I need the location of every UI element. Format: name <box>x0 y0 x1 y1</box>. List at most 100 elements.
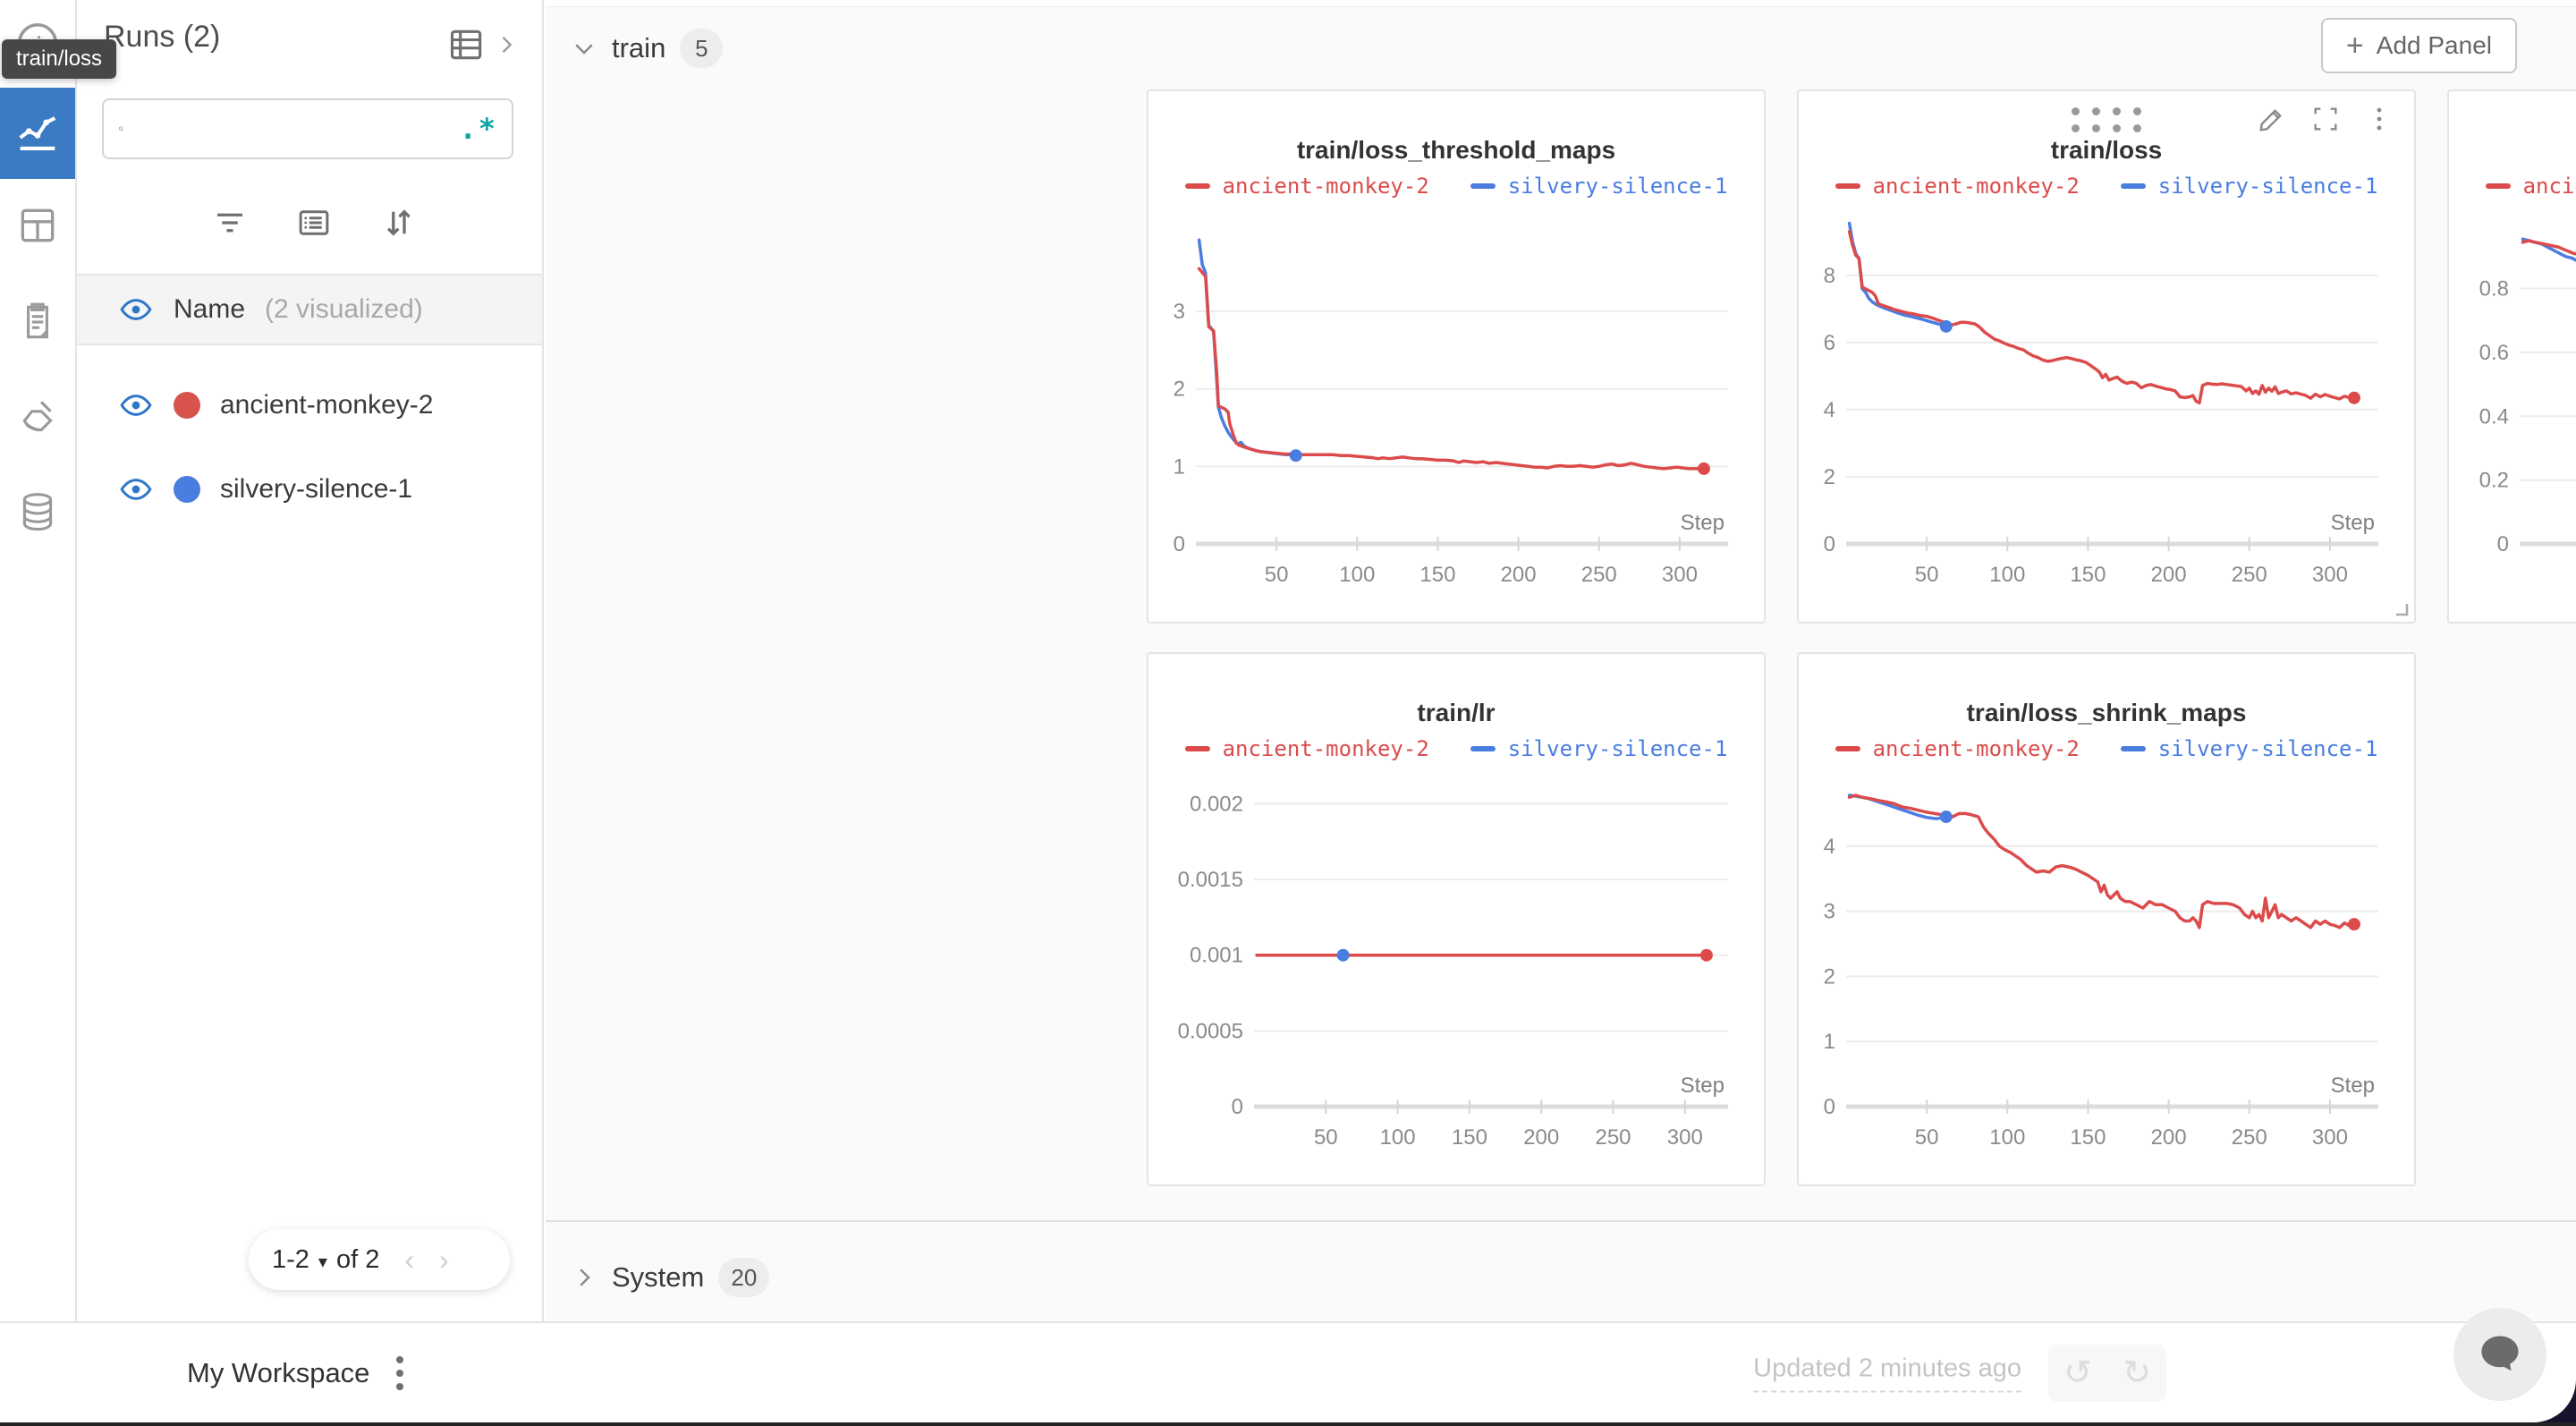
svg-text:50: 50 <box>1265 563 1289 587</box>
eye-icon[interactable] <box>118 292 154 327</box>
runs-table-icon[interactable] <box>447 25 487 64</box>
sidebar-item-logs[interactable] <box>0 292 75 352</box>
legend-item[interactable]: ancient-monkey-2 <box>1185 736 1429 761</box>
sidebar-item-table[interactable] <box>0 195 75 256</box>
chart-panel: train/loss ancient-monkey-2 silvery-silen… <box>1797 89 2416 624</box>
chart-plot[interactable]: 0123450100150200250300Step <box>1813 772 2403 1184</box>
section-label: train <box>612 32 665 64</box>
svg-text:150: 150 <box>2070 1125 2106 1150</box>
fullscreen-icon[interactable] <box>2310 104 2341 134</box>
svg-text:100: 100 <box>1989 1125 2025 1150</box>
group-list-icon[interactable] <box>295 204 333 242</box>
resize-handle-icon[interactable] <box>2389 597 2409 616</box>
page-range[interactable]: 1-2 <box>272 1245 309 1275</box>
eye-icon[interactable] <box>118 387 154 423</box>
svg-text:0.0005: 0.0005 <box>1178 1019 1243 1043</box>
kebab-menu-icon[interactable] <box>2364 104 2394 134</box>
bottom-edge-line <box>0 1422 2576 1426</box>
svg-text:250: 250 <box>2232 563 2267 587</box>
undo-button[interactable]: ↺ <box>2048 1345 2107 1402</box>
chat-button[interactable] <box>2453 1308 2546 1401</box>
chart-plot[interactable]: 012350100150200250300Step <box>1163 209 1753 621</box>
tooltip: train/loss <box>2 39 116 79</box>
chart-legend: ancient-monkey-2 silvery-silence-1 <box>1148 736 1764 761</box>
sort-icon[interactable] <box>379 204 417 242</box>
sidebar-item-sweeps[interactable] <box>0 386 75 447</box>
expand-right-icon[interactable] <box>494 32 519 57</box>
run-name[interactable]: silvery-silence-1 <box>220 474 412 505</box>
chart-legend: ancient-monkey-2 silvery-silence-1 <box>1799 736 2414 761</box>
run-row[interactable]: ancient-monkey-2 <box>77 365 542 446</box>
section-label: System <box>612 1261 704 1294</box>
svg-text:Step: Step <box>1681 511 1724 535</box>
chart-plot[interactable]: 0246850100150200250300Step <box>1813 209 2403 621</box>
next-page-button[interactable]: › <box>439 1244 449 1277</box>
svg-text:0: 0 <box>2497 532 2509 556</box>
svg-text:300: 300 <box>2312 1125 2348 1150</box>
chart-title: train/loss <box>1799 136 2414 165</box>
filter-icon[interactable] <box>211 204 249 242</box>
search-icon <box>118 113 123 145</box>
svg-text:200: 200 <box>1501 563 1537 587</box>
chart-plot[interactable]: 00.20.40.60.850100150200250300Step <box>2463 209 2576 621</box>
run-search-input[interactable] <box>136 115 459 143</box>
legend-item[interactable]: ancient-monkey-2 <box>1835 174 2080 199</box>
drag-handle-icon[interactable] <box>2072 107 2141 132</box>
runs-name-header: Name (2 visualized) <box>77 274 542 345</box>
svg-text:100: 100 <box>1989 563 2025 587</box>
regex-toggle-icon[interactable]: .* <box>459 112 497 146</box>
svg-text:200: 200 <box>2151 1125 2187 1150</box>
legend-item[interactable]: silvery-silence-1 <box>2121 736 2378 761</box>
svg-text:2: 2 <box>1824 465 1835 489</box>
svg-text:250: 250 <box>2232 1125 2267 1150</box>
chart-title: train/loss_shrink_maps <box>1799 699 2414 727</box>
redo-button[interactable]: ↻ <box>2107 1345 2166 1402</box>
clipboard-icon <box>15 300 60 344</box>
svg-text:300: 300 <box>2312 563 2348 587</box>
section-count-badge: 20 <box>718 1258 769 1297</box>
eye-icon[interactable] <box>118 471 154 507</box>
add-panel-button[interactable]: + Add Panel <box>2321 18 2517 73</box>
line-chart-icon <box>12 107 64 159</box>
run-row[interactable]: silvery-silence-1 <box>77 449 542 530</box>
svg-text:150: 150 <box>1452 1125 1487 1150</box>
page-total: of 2 <box>336 1245 379 1275</box>
workspace-menu-icon[interactable] <box>396 1356 403 1390</box>
run-color-dot <box>174 392 200 419</box>
svg-text:0.001: 0.001 <box>1190 944 1243 968</box>
left-icon-rail: i <box>0 0 77 1321</box>
svg-text:100: 100 <box>1339 563 1375 587</box>
legend-item[interactable]: silvery-silence-1 <box>1470 736 1728 761</box>
svg-text:300: 300 <box>1667 1125 1703 1150</box>
chart-plot[interactable]: 00.00050.0010.00150.00250100150200250300… <box>1163 772 1753 1184</box>
svg-text:150: 150 <box>1419 563 1455 587</box>
sidebar-item-artifacts[interactable] <box>0 481 75 542</box>
chart-panel: train/lr ancient-monkey-2 silvery-silence… <box>1147 652 1766 1186</box>
chart-title: train/lr <box>1148 699 1764 727</box>
run-search-box[interactable]: .* <box>102 98 513 159</box>
chart-legend: ancient-monkey-2 silvery-silence-1 <box>1148 174 1764 199</box>
main-area: train 5 + Add Panel <box>546 0 2576 1321</box>
sidebar-item-charts[interactable] <box>0 88 75 179</box>
legend-item[interactable]: ancient-monkey-2 <box>1185 174 1429 199</box>
workspace-title[interactable]: My Workspace <box>187 1357 369 1389</box>
edit-pencil-icon[interactable] <box>2257 104 2287 134</box>
section-count-badge: 5 <box>680 29 723 68</box>
svg-text:150: 150 <box>2070 563 2106 587</box>
legend-item[interactable]: silvery-silence-1 <box>1470 174 1728 199</box>
chevron-down-icon[interactable]: ▾ <box>318 1251 327 1273</box>
table-icon <box>15 203 60 248</box>
prev-page-button[interactable]: ‹ <box>404 1244 414 1277</box>
chat-bubble-icon <box>2474 1328 2526 1380</box>
plus-icon: + <box>2346 29 2364 64</box>
bottom-bar: My Workspace Updated 2 minutes ago ↺ ↻ <box>0 1321 2576 1426</box>
broom-icon <box>15 395 60 439</box>
section-header-system[interactable]: System 20 <box>571 1258 769 1297</box>
database-icon <box>15 489 60 534</box>
legend-item[interactable]: silvery-silence-1 <box>2121 174 2378 199</box>
section-header-train[interactable]: train 5 <box>571 29 723 68</box>
run-name[interactable]: ancient-monkey-2 <box>220 390 433 420</box>
legend-item[interactable]: ancient-monkey-2 <box>2486 174 2576 199</box>
svg-text:300: 300 <box>1662 563 1698 587</box>
legend-item[interactable]: ancient-monkey-2 <box>1835 736 2080 761</box>
